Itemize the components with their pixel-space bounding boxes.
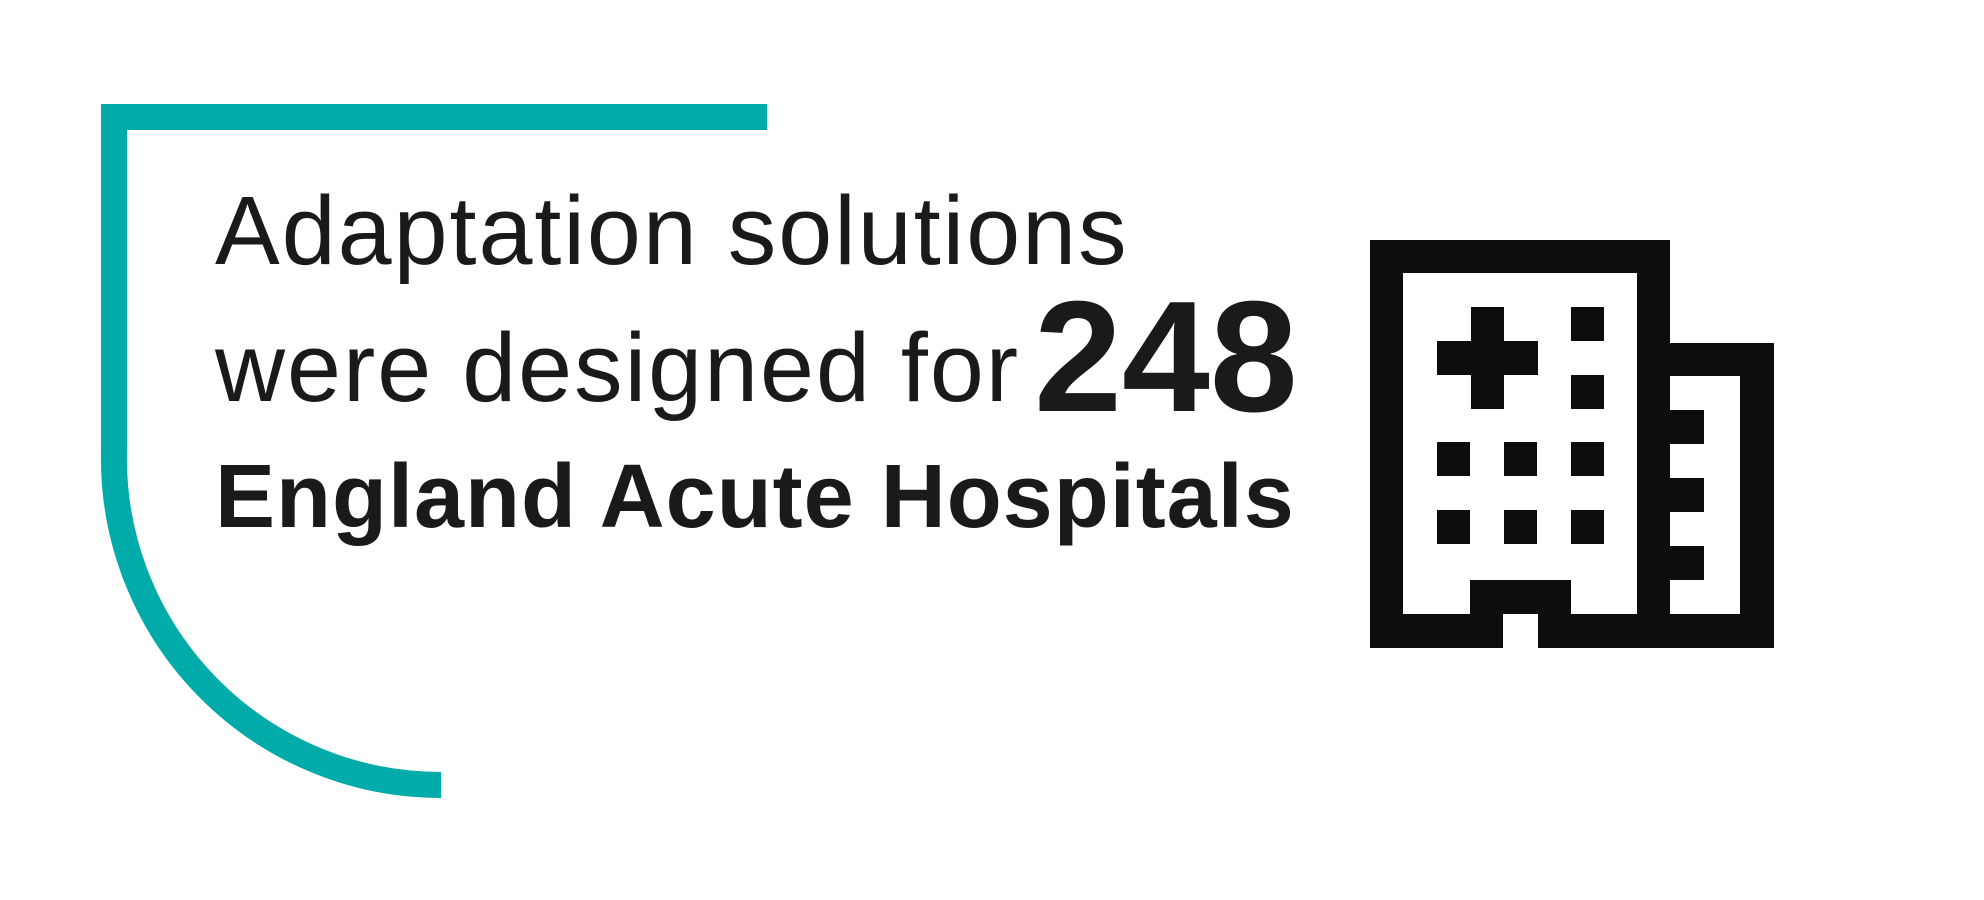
hospital-count: 248: [1034, 269, 1298, 445]
headline-line-1: Adaptation solutions: [215, 182, 1129, 279]
headline-line-3: England Acute Hospitals: [215, 452, 1295, 542]
hospital-building-icon: [1370, 240, 1774, 648]
headline-text-2: were designed for: [215, 313, 1021, 423]
headline-text-1: Adaptation solutions: [215, 176, 1129, 285]
headline-text-3: England Acute Hospitals: [215, 447, 1295, 547]
headline-line-2: were designed for248: [215, 269, 1298, 445]
